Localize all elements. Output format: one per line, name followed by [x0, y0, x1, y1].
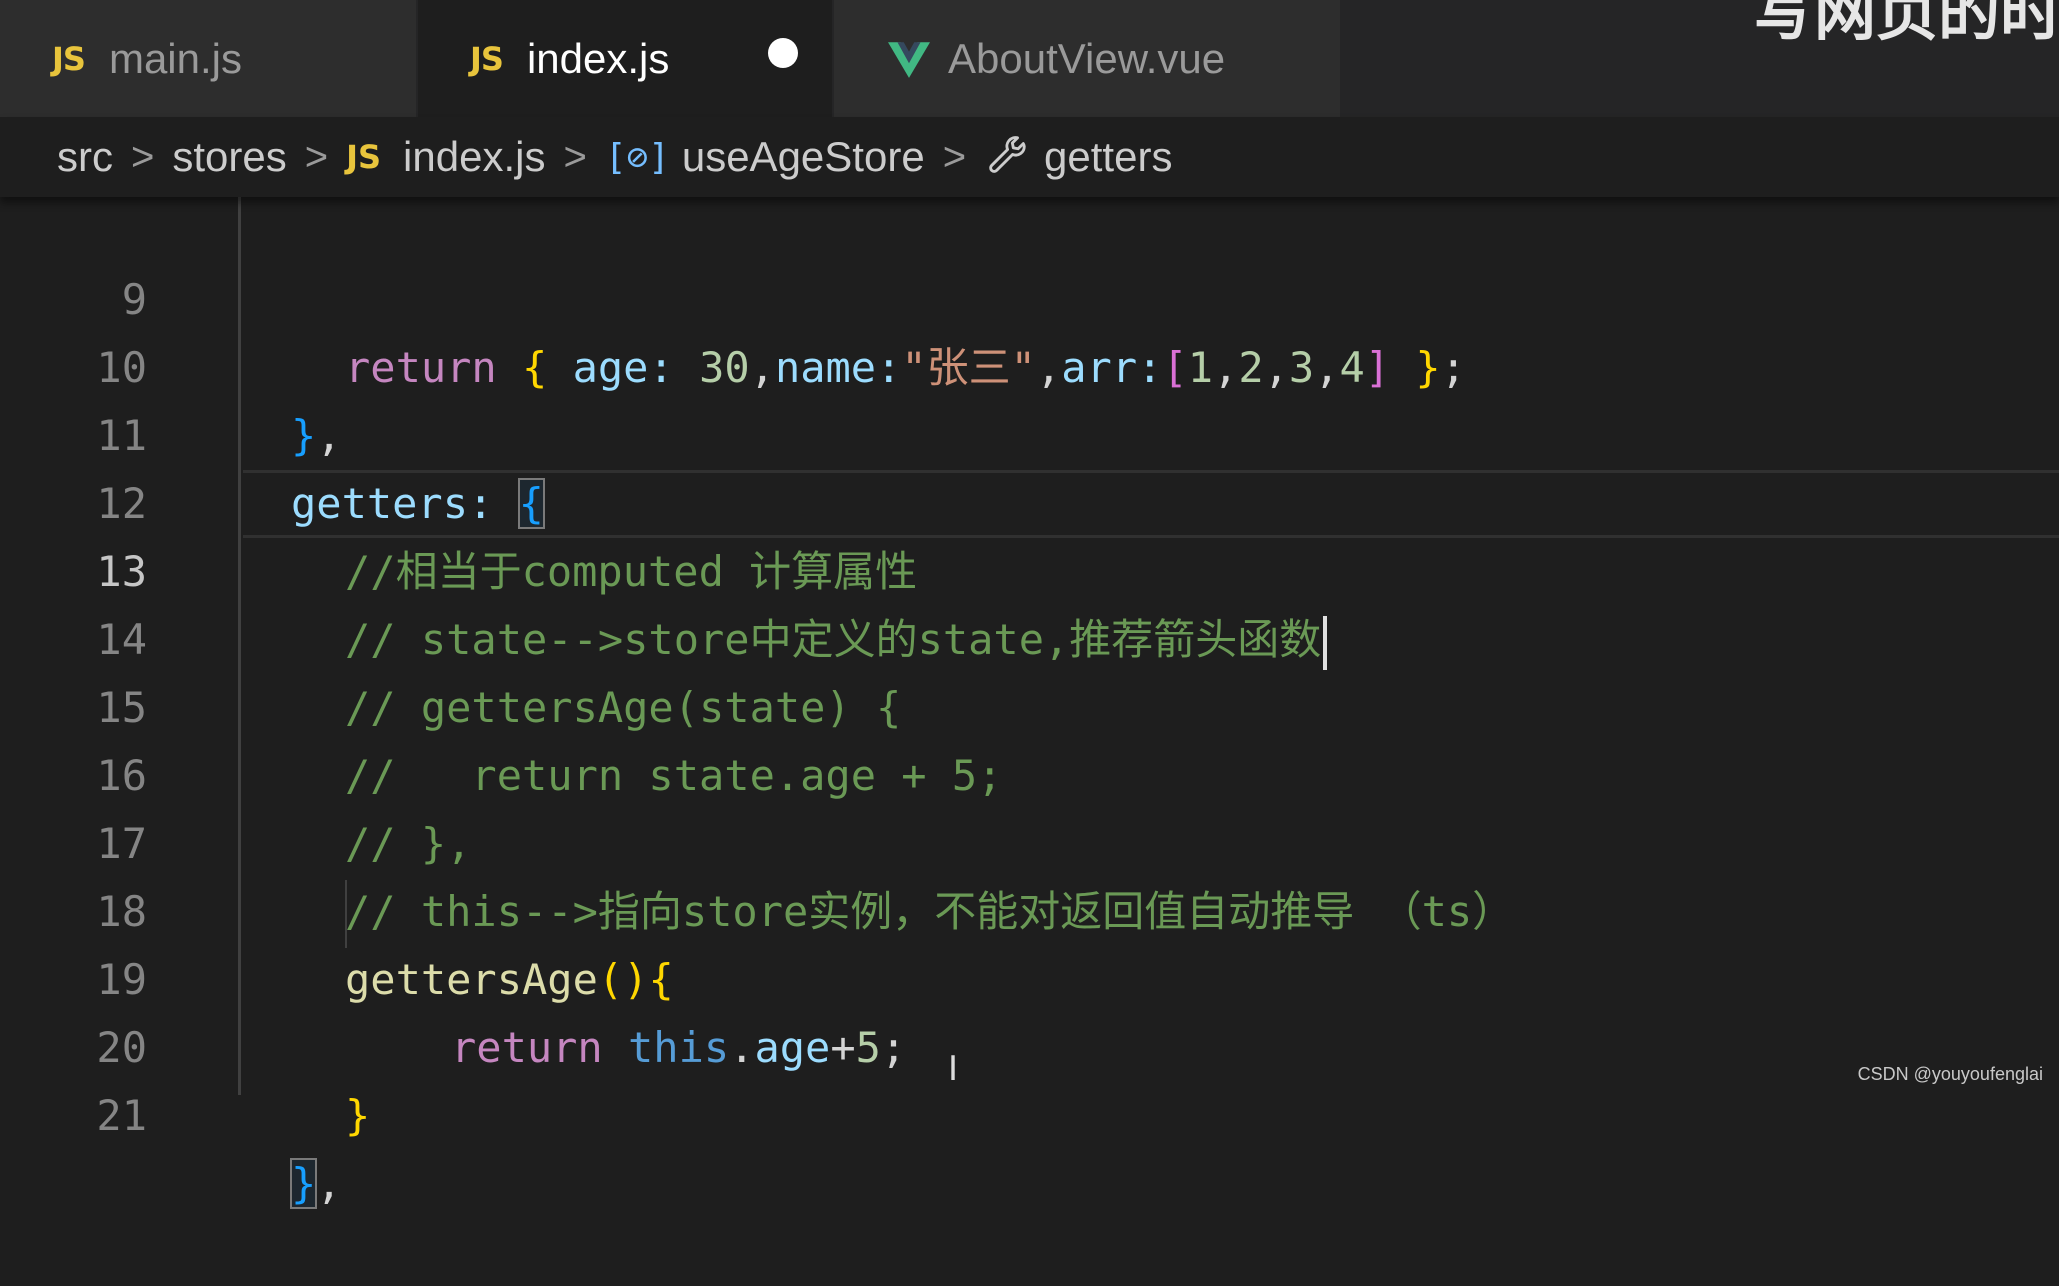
code-line[interactable]: 14 // gettersAge(state) {	[0, 538, 2059, 732]
bracket-match: }	[289, 1158, 318, 1209]
js-icon: JS	[346, 138, 382, 176]
tab-bar: JS main.js JS index.js AboutView.vue 写网页…	[0, 0, 2059, 117]
symbol-variable-icon: [⊘]	[604, 136, 670, 178]
code-line[interactable]: 17 // this-->指向store实例，不能对返回值自动推导 （ts）	[0, 742, 2059, 936]
code-editor[interactable]: 9 return { age: 30,name:"张三",arr:[1,2,3,…	[0, 197, 2059, 1209]
tab-label: index.js	[526, 34, 670, 82]
code-line-current[interactable]: 13 // state-->store中定义的state,推荐箭头函数	[0, 470, 2059, 670]
breadcrumb: src > stores > JS index.js > [⊘] useAgeS…	[0, 117, 2059, 197]
code-line[interactable]: 20 }	[0, 946, 2059, 1140]
tab-main-js[interactable]: JS main.js	[0, 0, 416, 117]
js-icon: JS	[470, 39, 504, 78]
mouse-ibeam-cursor-icon: I	[948, 1049, 959, 1089]
breadcrumb-item-useagestore[interactable]: [⊘] useAgeStore	[605, 133, 925, 181]
code-text: }	[345, 1091, 371, 1140]
code-line[interactable]: 10 },	[0, 266, 2059, 460]
breadcrumb-item-src[interactable]: src	[57, 133, 113, 181]
breadcrumb-separator: >	[563, 134, 587, 179]
breadcrumb-separator: >	[942, 134, 967, 179]
code-line[interactable]: 11 getters: {	[0, 334, 2059, 529]
code-line[interactable]: 19 return this.age+5;	[0, 878, 2059, 1072]
video-overlay-caption: 写网页的时	[1752, 0, 2059, 48]
breadcrumb-item-index-js[interactable]: JS index.js	[346, 133, 545, 181]
js-icon: JS	[52, 39, 86, 78]
tab-label: AboutView.vue	[948, 34, 1226, 82]
tab-index-js[interactable]: JS index.js	[418, 0, 832, 117]
code-line[interactable]: 9 return { age: 30,name:"张三",arr:[1,2,3,…	[0, 198, 2059, 392]
tab-label: main.js	[108, 34, 242, 82]
unsaved-dot-icon[interactable]	[768, 38, 798, 68]
line-number: 21	[96, 1091, 147, 1140]
breadcrumb-item-stores[interactable]: stores	[172, 133, 286, 181]
code-line[interactable]: 12 //相当于computed 计算属性	[0, 402, 2059, 596]
wrench-icon	[989, 136, 1026, 173]
tab-aboutview-vue[interactable]: AboutView.vue	[834, 0, 1340, 117]
watermark: CSDN @youyoufenglai	[1857, 1064, 2043, 1084]
code-line[interactable]: 15 // return state.age + 5;	[0, 606, 2059, 800]
vue-icon	[888, 41, 930, 78]
code-line[interactable]: 16 // },	[0, 674, 2059, 868]
code-text: },	[289, 1158, 342, 1209]
breadcrumb-separator: >	[131, 134, 155, 179]
breadcrumb-item-getters[interactable]: getters	[984, 133, 1172, 181]
code-line[interactable]: 21 },	[0, 1014, 2059, 1209]
code-line[interactable]: 18 gettersAge(){	[0, 810, 2059, 1004]
breadcrumb-separator: >	[304, 134, 329, 179]
